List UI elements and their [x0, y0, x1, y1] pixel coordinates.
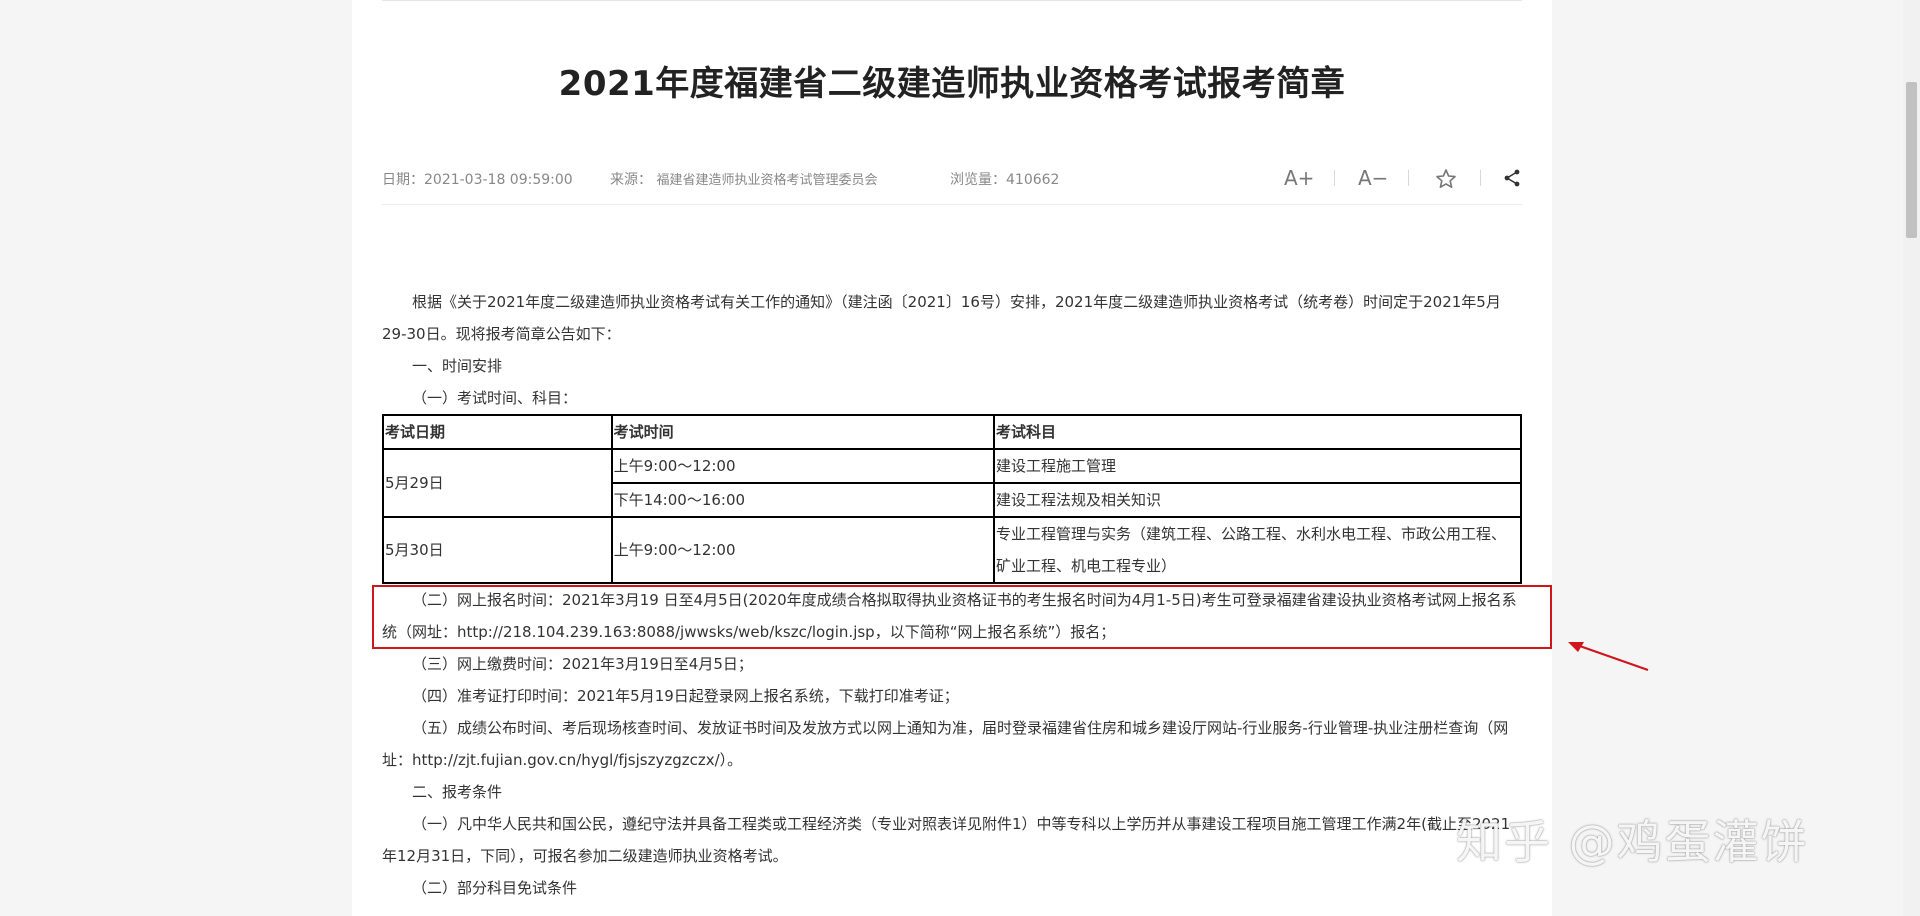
views-label: 浏览量： — [950, 172, 1006, 188]
table-header-cell: 考试时间 — [610, 414, 995, 450]
scrollbar-thumb[interactable] — [1906, 82, 1917, 238]
watermark: 知乎 @鸡蛋灌饼 — [1456, 815, 1809, 869]
highlight-box — [372, 585, 1552, 649]
share-button[interactable] — [1502, 168, 1522, 193]
font-decrease-button[interactable]: A− — [1358, 166, 1388, 190]
source-info: 来源： 福建省建造师执业资格考试管理委员会 — [610, 169, 877, 189]
article-meta: 日期：2021-03-18 09:59:00 来源： 福建省建造师执业资格考试管… — [382, 166, 1522, 206]
table-row: 5月30日 上午9:00～12:00 专业工程管理与实务（建筑工程、公路工程、水… — [382, 516, 1523, 584]
share-icon — [1504, 169, 1520, 187]
exam-subject-cell: 建设工程法规及相关知识 — [992, 482, 1523, 518]
exam-subject-cell: 建设工程施工管理 — [992, 448, 1523, 484]
views-value: 410662 — [1006, 172, 1060, 188]
source-label: 来源： — [610, 172, 652, 188]
payment-time-paragraph: （三）网上缴费时间：2021年3月19日至4月5日； — [412, 655, 753, 673]
article-page: 2021年度福建省二级建造师执业资格考试报考简章 日期：2021-03-18 0… — [352, 0, 1552, 916]
table-header-cell: 考试日期 — [382, 414, 613, 450]
exam-date-cell: 5月29日 — [382, 448, 613, 518]
article-title: 2021年度福建省二级建造师执业资格考试报考简章 — [558, 64, 1346, 104]
subsection-text: （一）考试时间、科目： — [412, 389, 578, 407]
exam-date-cell: 5月30日 — [382, 516, 613, 584]
favorite-button[interactable] — [1434, 167, 1458, 196]
section-heading: 二、报考条件 — [412, 783, 503, 801]
date-info: 日期：2021-03-18 09:59:00 — [382, 169, 573, 189]
table-header-row: 考试日期 考试时间 考试科目 — [382, 414, 1523, 450]
tool-separator — [1480, 170, 1481, 186]
vertical-scrollbar[interactable] — [1903, 0, 1920, 916]
views-info: 浏览量：410662 — [950, 169, 1059, 189]
star-icon — [1436, 169, 1456, 188]
date-value: 2021-03-18 09:59:00 — [424, 172, 573, 188]
exam-time-cell: 上午9:00～12:00 — [610, 516, 995, 584]
admission-ticket-paragraph: （四）准考证打印时间：2021年5月19日起登录网上报名系统，下载打印准考证； — [412, 687, 959, 705]
date-label: 日期： — [382, 172, 424, 188]
table-row: 5月29日 上午9:00～12:00 建设工程施工管理 — [382, 448, 1523, 518]
exam-schedule-table: 考试日期 考试时间 考试科目 5月29日 上午9:00～12:00 建设工程施工… — [382, 414, 1523, 584]
exemption-heading: （二）部分科目免试条件 — [412, 879, 578, 897]
table-header-cell: 考试科目 — [992, 414, 1523, 450]
exam-time-cell: 上午9:00～12:00 — [610, 448, 995, 484]
font-increase-button[interactable]: A+ — [1284, 166, 1314, 190]
red-arrow-icon — [1568, 642, 1649, 672]
tool-separator — [1334, 170, 1335, 186]
exam-subject-cell: 专业工程管理与实务（建筑工程、公路工程、水利水电工程、市政公用工程、矿业工程、机… — [992, 516, 1523, 584]
results-paragraph: （五）成绩公布时间、考后现场核查时间、发放证书时间及发放方式以网上通知为准，届时… — [382, 719, 1509, 769]
top-divider — [382, 0, 1522, 1]
tool-separator — [1408, 170, 1409, 186]
source-value: 福建省建造师执业资格考试管理委员会 — [656, 173, 878, 188]
exam-time-cell: 下午14:00～16:00 — [610, 482, 995, 518]
meta-divider — [382, 204, 1522, 205]
intro-paragraph: 根据《关于2021年度二级建造师执业资格考试有关工作的通知》（建注函〔2021〕… — [382, 293, 1501, 343]
section-heading: 一、时间安排 — [412, 357, 503, 375]
eligibility-paragraph: （一）凡中华人民共和国公民，遵纪守法并具备工程类或工程经济类（专业对照表详见附件… — [382, 815, 1511, 865]
